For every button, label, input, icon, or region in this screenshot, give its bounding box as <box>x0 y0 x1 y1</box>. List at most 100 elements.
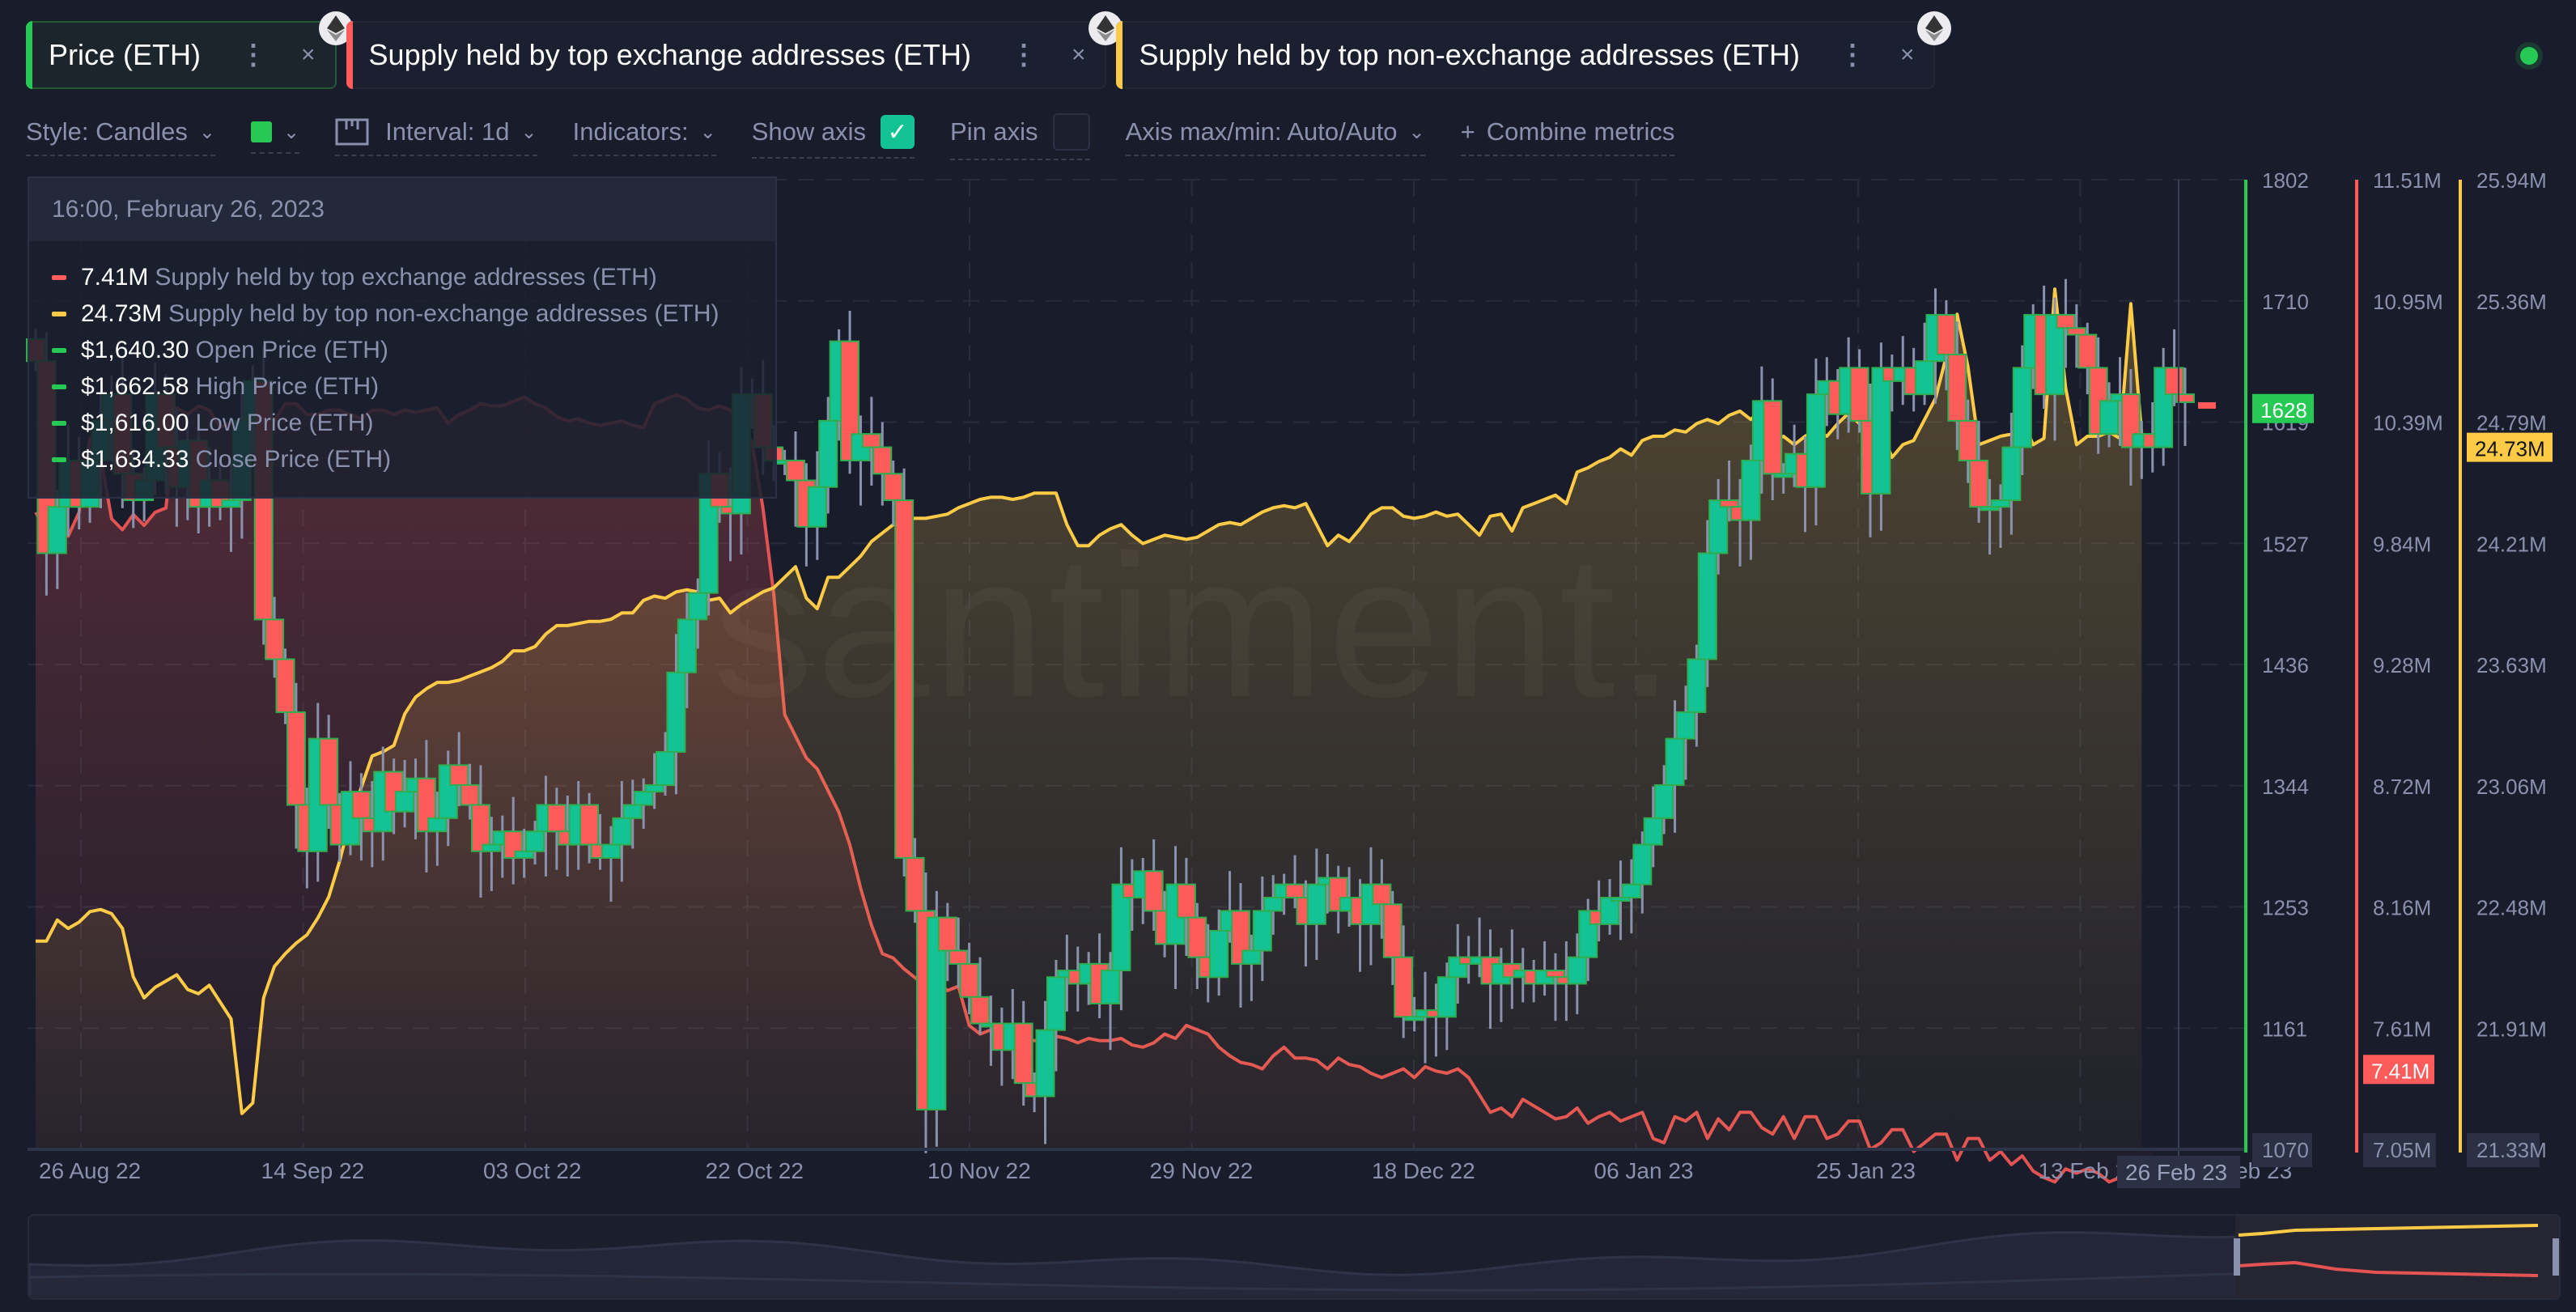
chart-tooltip: 16:00, February 26, 2023 7.41M Supply hel… <box>28 176 777 499</box>
candle-up <box>1621 883 1641 899</box>
candle-down <box>1947 354 1967 422</box>
y-tick-label: 8.16M <box>2373 896 2431 920</box>
candle-down <box>2066 327 2086 336</box>
candle-down <box>1719 499 1739 508</box>
candle-up <box>1708 499 1729 554</box>
y-tick-label: 23.06M <box>2476 775 2547 799</box>
candle-up <box>1697 552 1717 660</box>
navigator-handle-right[interactable] <box>2553 1238 2559 1276</box>
x-tick-label: 03 Oct 22 <box>483 1158 581 1183</box>
candle-down <box>1372 883 1392 906</box>
candle-down <box>275 658 295 713</box>
candle-down <box>449 764 469 786</box>
candle-down <box>1285 883 1305 899</box>
candle-down <box>883 473 903 502</box>
candle-down <box>319 737 339 806</box>
crosshair-date-label: 26 Feb 23 <box>2125 1160 2227 1185</box>
y-tick-label: 24.79M <box>2476 411 2547 435</box>
candle-up <box>1990 499 2010 508</box>
y-tick-label: 23.63M <box>2476 653 2547 677</box>
candle-down <box>1144 870 1164 912</box>
navigator-canvas[interactable] <box>29 1216 2561 1300</box>
candle-up <box>1915 360 1935 396</box>
range-navigator[interactable] <box>28 1214 2561 1300</box>
candle-up <box>1567 956 1587 985</box>
x-tick-label: 10 Nov 22 <box>927 1158 1031 1183</box>
y-tick-label: 24.21M <box>2476 532 2547 556</box>
candle-up <box>807 486 827 528</box>
y-tick-label: 22.48M <box>2476 896 2547 920</box>
series-color-marker <box>52 420 66 426</box>
tooltip-rows: 7.41M Supply held by top exchange address… <box>29 241 775 478</box>
candle-down <box>1176 883 1196 919</box>
candle-down <box>546 804 567 833</box>
x-tick-label: 14 Sep 22 <box>261 1158 365 1183</box>
y-tick-label: 9.28M <box>2373 653 2431 677</box>
candle-down <box>1936 313 1956 356</box>
candle-up <box>688 592 708 621</box>
y-tick-label: 1527 <box>2262 532 2309 556</box>
candle-up <box>1252 910 1272 952</box>
candle-up <box>47 506 67 554</box>
candle-down <box>1382 903 1403 958</box>
candle-down <box>948 949 969 965</box>
y-tick-label: 21.91M <box>2476 1017 2547 1041</box>
y-tick-label: 7.61M <box>2373 1017 2431 1041</box>
tooltip-series-name: Open Price (ETH) <box>195 336 388 363</box>
candle-down <box>1849 367 1869 422</box>
navigator-handle-left[interactable] <box>2234 1238 2240 1276</box>
series-color-marker <box>52 384 66 389</box>
candle-down <box>1394 956 1414 1018</box>
candle-down <box>872 446 893 475</box>
candle-down <box>1763 400 1783 475</box>
candle-down <box>2164 367 2184 396</box>
candle-down <box>959 962 979 998</box>
tooltip-row: $1,634.33 Close Price (ETH) <box>29 441 775 478</box>
tooltip-series-name: High Price (ETH) <box>195 372 380 400</box>
y-tick-label: 1710 <box>2262 290 2309 314</box>
candle-down <box>1545 970 1565 979</box>
y-tick-label: 8.72M <box>2373 775 2431 799</box>
x-tick-label: 18 Dec 22 <box>1372 1158 1475 1183</box>
y-tick-label: 1161 <box>2262 1017 2307 1041</box>
candle-down <box>894 499 915 859</box>
candle-up <box>1437 976 1457 1018</box>
candle-up <box>482 843 502 852</box>
x-tick-label: 06 Jan 23 <box>1594 1158 1694 1183</box>
current-value-label: 1628 <box>2260 398 2307 422</box>
tooltip-series-name: Supply held by top non-exchange addresse… <box>168 299 719 327</box>
candle-up <box>1687 658 1707 713</box>
tooltip-value: $1,640.30 <box>81 336 189 363</box>
candle-up <box>2012 367 2032 448</box>
candle-down <box>905 856 925 912</box>
candle-up <box>1632 843 1653 885</box>
tooltip-value: $1,634.33 <box>81 445 189 473</box>
candle-up <box>666 671 686 754</box>
x-tick-label: 25 Jan 23 <box>1816 1158 1916 1183</box>
x-tick-label: 22 Oct 22 <box>706 1158 804 1183</box>
candle-down <box>1958 419 1978 461</box>
tooltip-row: $1,616.00 Low Price (ETH) <box>29 405 775 441</box>
tooltip-date: 16:00, February 26, 2023 <box>29 178 775 241</box>
tooltip-value: $1,662.58 <box>81 372 189 400</box>
candle-up <box>677 618 697 673</box>
current-value-label: 7.41M <box>2371 1059 2430 1083</box>
candle-up <box>1741 459 1761 521</box>
candle-up <box>1675 711 1695 740</box>
tooltip-value: 24.73M <box>81 299 163 327</box>
y-tick-label: 11.51M <box>2373 168 2442 193</box>
candle-up <box>1665 737 1685 786</box>
series-color-marker <box>52 311 66 316</box>
candle-down <box>785 459 805 482</box>
candle-up <box>1046 976 1066 1031</box>
y-tick-label: 1344 <box>2262 775 2309 799</box>
candle-up <box>1209 929 1229 979</box>
tooltip-row: $1,662.58 High Price (ETH) <box>29 368 775 405</box>
candle-up <box>622 804 643 819</box>
candle-up <box>1241 949 1262 965</box>
tooltip-series-name: Low Price (ETH) <box>195 409 374 436</box>
tooltip-value: 7.41M <box>81 263 149 291</box>
candle-up <box>2099 400 2120 435</box>
y-tick-label: 21.33M <box>2476 1138 2547 1162</box>
candle-up <box>2001 446 2022 502</box>
